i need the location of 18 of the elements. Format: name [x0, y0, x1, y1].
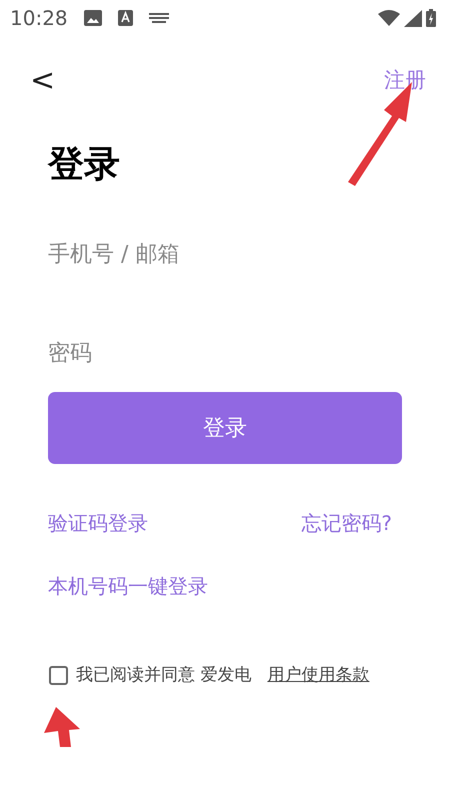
status-time: 10:28: [10, 5, 68, 32]
one-tap-login-link[interactable]: 本机号码一键登录: [48, 574, 208, 598]
sms-login-link[interactable]: 验证码登录: [48, 508, 148, 538]
agreement-checkbox[interactable]: [49, 666, 68, 686]
signal-icon: [404, 10, 422, 26]
terms-link[interactable]: 用户使用条款: [267, 663, 370, 688]
battery-icon: [426, 9, 436, 27]
wifi-icon: [378, 10, 400, 26]
agreement-text: 我已阅读并同意 爱发电: [76, 664, 252, 687]
forgot-password-link[interactable]: 忘记密码?: [301, 508, 392, 538]
back-button[interactable]: <: [30, 66, 56, 96]
text-icon: [118, 10, 133, 26]
keyboard-icon: [148, 13, 169, 23]
page-title: 登录: [48, 143, 121, 187]
login-button[interactable]: 登录: [48, 392, 402, 464]
account-field[interactable]: 手机号 / 邮箱: [48, 238, 402, 271]
image-icon: [84, 10, 102, 26]
password-field[interactable]: 密码: [48, 337, 402, 370]
